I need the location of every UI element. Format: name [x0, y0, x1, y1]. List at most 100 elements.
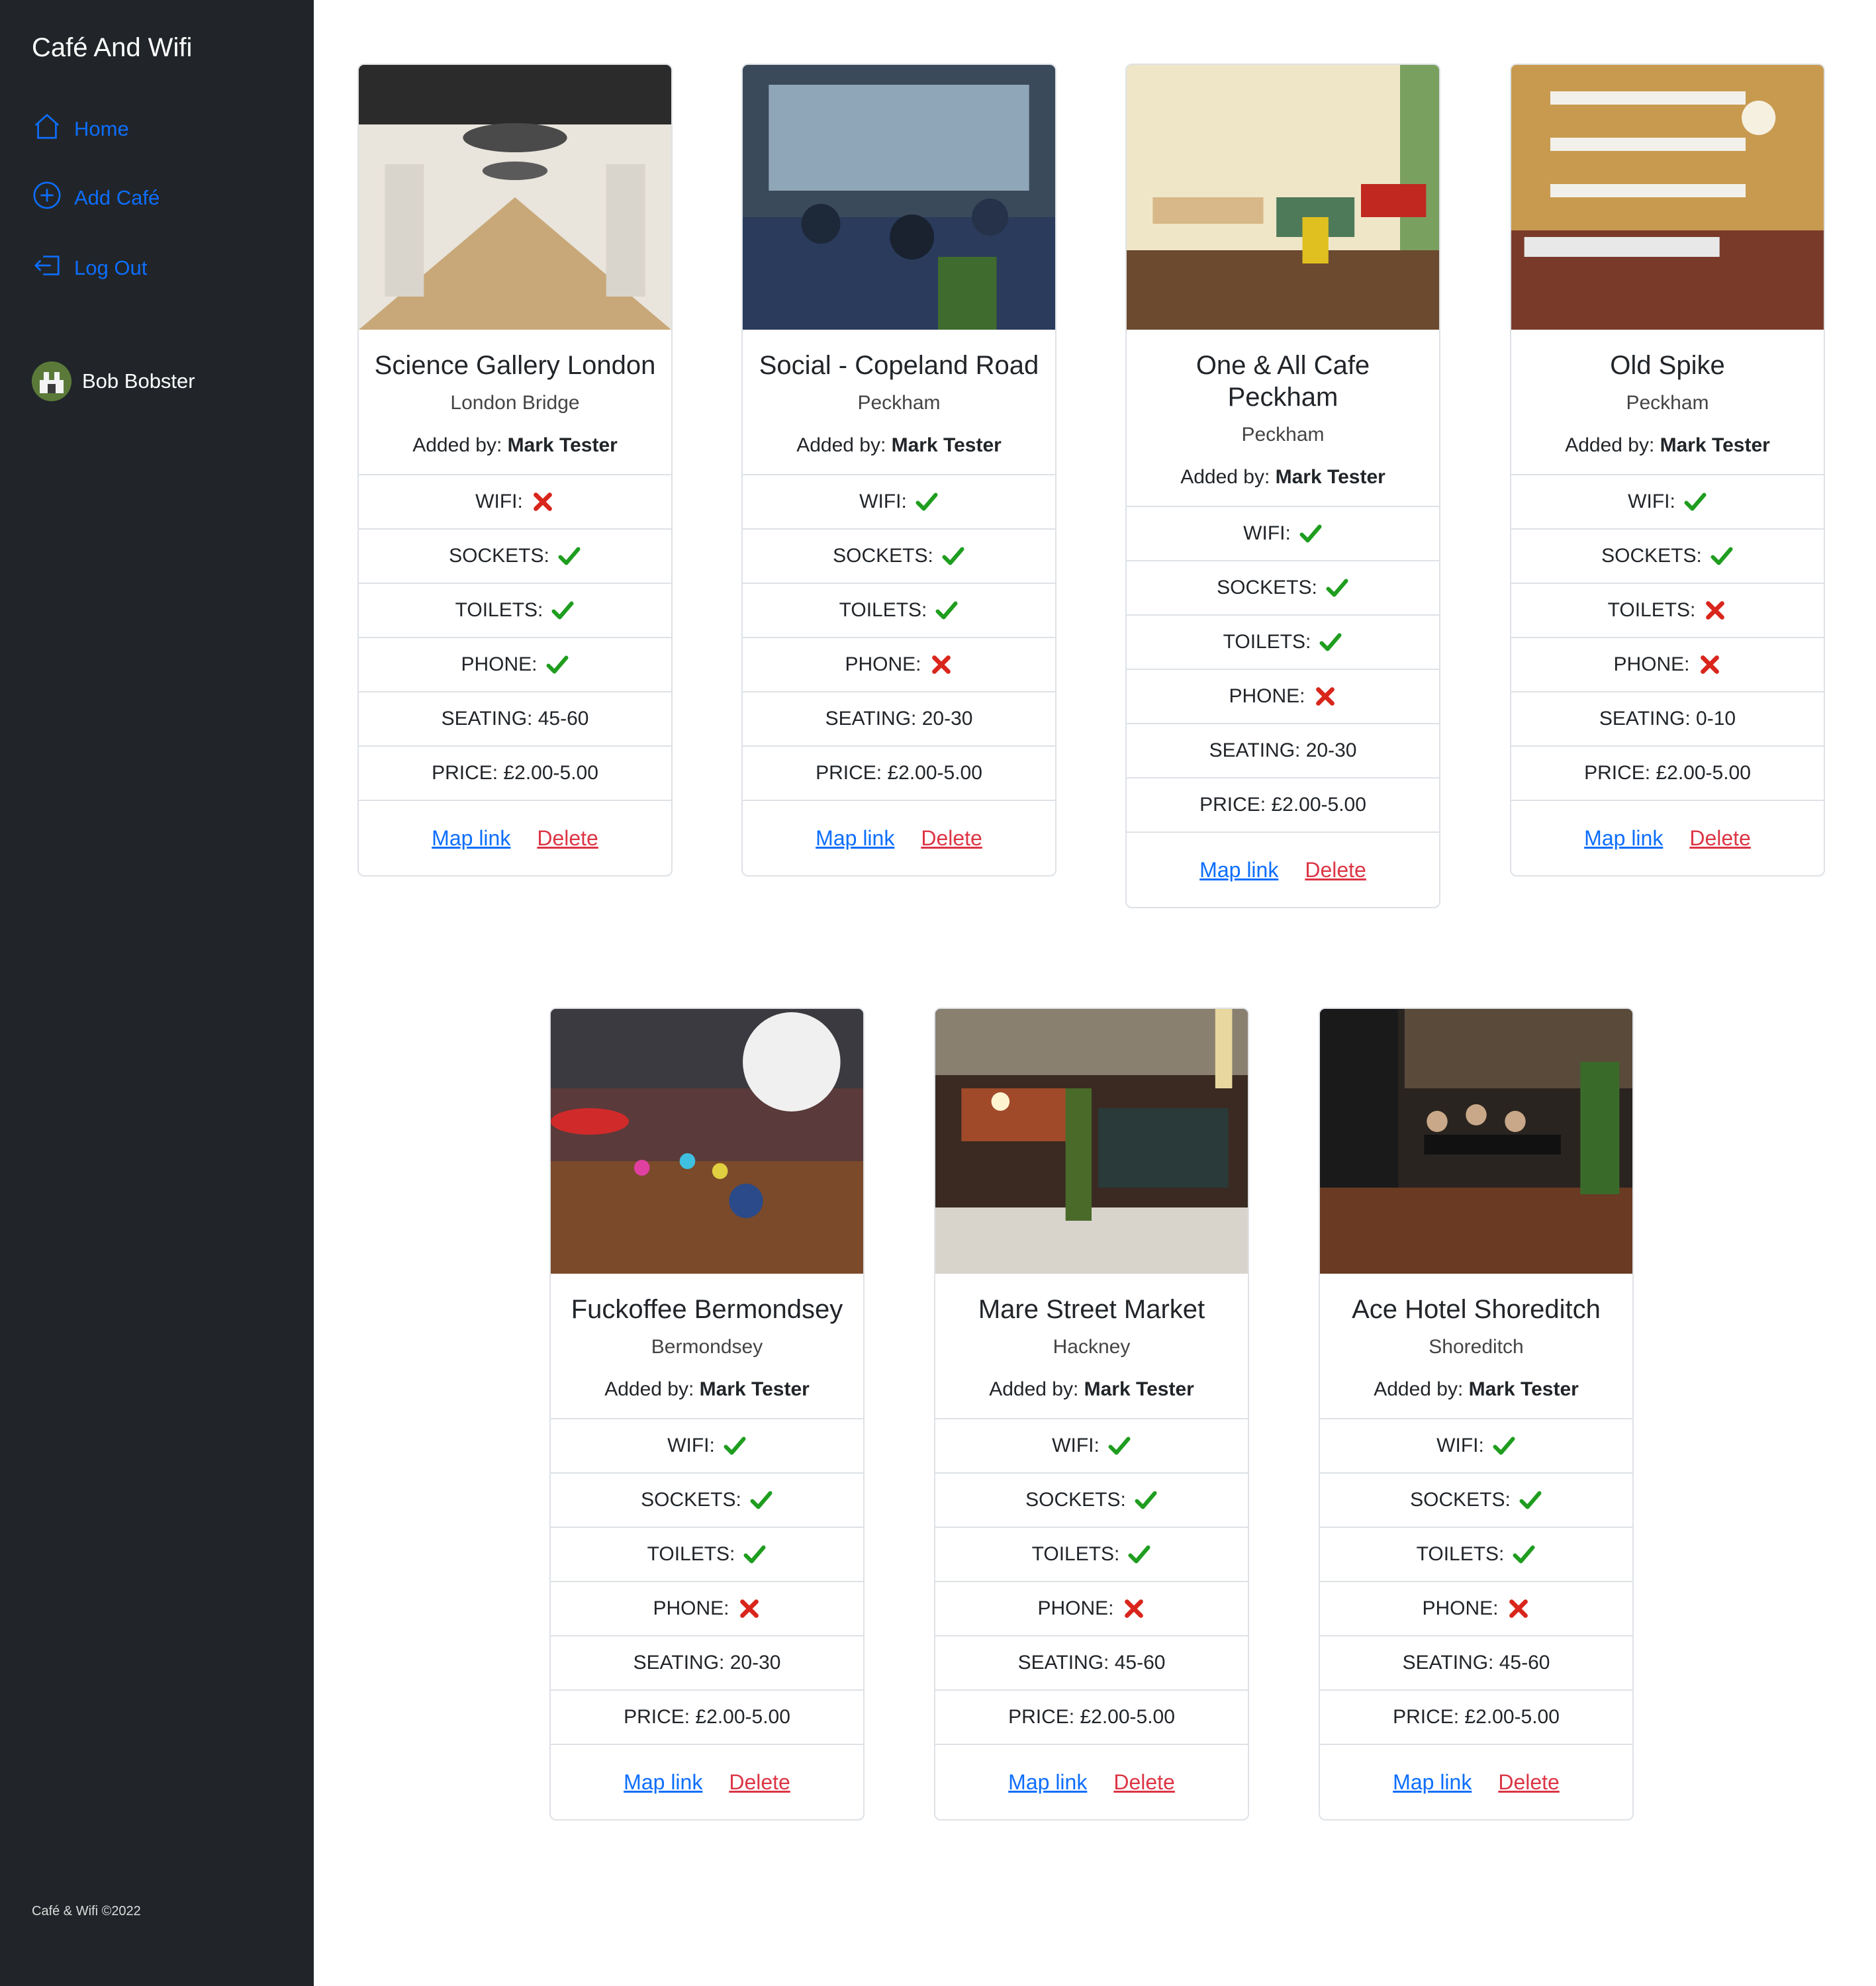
seating-label: SEATING: [633, 1652, 730, 1674]
sockets-label: SOCKETS: [641, 1489, 741, 1511]
cafe-card: Mare Street Market Hackney Added by: Mark … [934, 1008, 1249, 1820]
delete-link[interactable]: Delete [729, 1770, 790, 1795]
wifi-row: WIFI: [1127, 507, 1439, 561]
check-icon [1710, 544, 1734, 568]
sockets-row: SOCKETS: [1127, 561, 1439, 616]
added-by-label: Added by: [989, 1378, 1084, 1400]
card-actions: Map link Delete [935, 1745, 1248, 1819]
seating-value: 45-60 [1499, 1652, 1550, 1674]
price-row: PRICE: £2.00-5.00 [935, 1691, 1248, 1745]
sockets-row: SOCKETS: [743, 530, 1055, 584]
seating-text: SEATING: 20-30 [825, 708, 973, 730]
seating-row: SEATING: 20-30 [1127, 724, 1439, 779]
nav-home[interactable]: Home [32, 111, 129, 147]
cafe-added-by: Added by: Mark Tester [949, 1378, 1235, 1401]
delete-link[interactable]: Delete [1305, 858, 1366, 882]
cafe-location: Peckham [857, 392, 941, 414]
seating-row: SEATING: 0-10 [1511, 692, 1824, 747]
avatar-icon [32, 361, 71, 401]
check-icon [1134, 1488, 1158, 1512]
nav-add-cafe-label: Add Café [74, 186, 160, 209]
cafe-card-body: Fuckoffee Bermondsey Bermondsey Added by: … [551, 1274, 863, 1419]
price-text: PRICE: £2.00-5.00 [1393, 1706, 1560, 1728]
price-text: PRICE: £2.00-5.00 [624, 1706, 790, 1728]
cafe-location: Hackney [1053, 1336, 1131, 1358]
nav-log-out[interactable]: Log Out [32, 250, 147, 286]
map-link[interactable]: Map link [1199, 858, 1278, 882]
check-icon [1325, 576, 1349, 600]
wifi-row: WIFI: [743, 475, 1055, 530]
cross-icon [1703, 598, 1727, 622]
map-link[interactable]: Map link [432, 826, 510, 851]
map-link[interactable]: Map link [816, 826, 894, 851]
seating-row: SEATING: 45-60 [359, 692, 671, 747]
seating-label: SEATING: [825, 708, 922, 730]
cross-icon [531, 490, 555, 514]
seating-text: SEATING: 0-10 [1599, 708, 1736, 730]
brand-title[interactable]: Café And Wifi [32, 33, 192, 63]
check-icon [743, 1542, 767, 1566]
nav-add-cafe[interactable]: Add Café [32, 180, 160, 216]
map-link[interactable]: Map link [1008, 1770, 1087, 1795]
cafe-name: Old Spike [1610, 351, 1725, 380]
cafe-added-by: Added by: Mark Tester [756, 434, 1042, 457]
check-icon [1299, 522, 1323, 545]
user-profile[interactable]: Bob Bobster [32, 361, 195, 401]
price-value: £2.00-5.00 [1271, 794, 1366, 816]
card-actions: Map link Delete [1127, 833, 1439, 907]
box-arrow-left-icon [32, 250, 62, 286]
seating-text: SEATING: 45-60 [1403, 1652, 1550, 1674]
map-link[interactable]: Map link [1584, 826, 1663, 851]
seating-label: SEATING: [1017, 1652, 1115, 1674]
price-value: £2.00-5.00 [695, 1706, 790, 1728]
added-by-label: Added by: [1565, 434, 1660, 456]
check-icon [1683, 490, 1707, 514]
check-icon [749, 1488, 773, 1512]
seating-row: SEATING: 45-60 [1320, 1636, 1632, 1691]
check-icon [1519, 1488, 1542, 1512]
check-icon [557, 544, 581, 568]
cafe-card-body: One & All Cafe Peckham Peckham Added by: M… [1127, 330, 1439, 507]
cafe-card: Fuckoffee Bermondsey Bermondsey Added by: … [549, 1008, 865, 1820]
toilets-row: TOILETS: [743, 584, 1055, 638]
delete-link[interactable]: Delete [537, 826, 598, 851]
cafe-added-by: Added by: Mark Tester [1140, 466, 1426, 489]
price-label: PRICE: [624, 1706, 696, 1728]
seating-text: SEATING: 20-30 [633, 1652, 781, 1674]
delete-link[interactable]: Delete [1498, 1770, 1560, 1795]
added-by-label: Added by: [796, 434, 892, 456]
cafe-location: Shoreditch [1429, 1336, 1524, 1358]
footer-copyright: Café & Wifi ©2022 [32, 1904, 141, 1918]
seating-text: SEATING: 45-60 [1018, 1652, 1166, 1674]
price-text: PRICE: £2.00-5.00 [1584, 762, 1751, 784]
map-link[interactable]: Map link [1393, 1770, 1472, 1795]
toilets-row: TOILETS: [1127, 616, 1439, 670]
delete-link[interactable]: Delete [921, 826, 982, 851]
delete-link[interactable]: Delete [1113, 1770, 1175, 1795]
card-actions: Map link Delete [1511, 801, 1824, 875]
toilets-row: TOILETS: [359, 584, 671, 638]
toilets-row: TOILETS: [935, 1528, 1248, 1582]
sockets-label: SOCKETS: [833, 545, 933, 567]
price-row: PRICE: £2.00-5.00 [743, 747, 1055, 801]
sockets-row: SOCKETS: [935, 1474, 1248, 1528]
price-text: PRICE: £2.00-5.00 [816, 762, 982, 784]
map-link[interactable]: Map link [624, 1770, 702, 1795]
delete-link[interactable]: Delete [1689, 826, 1751, 851]
price-value: £2.00-5.00 [1080, 1706, 1175, 1728]
price-label: PRICE: [816, 762, 888, 784]
wifi-label: WIFI: [1243, 522, 1291, 544]
cross-icon [1313, 685, 1337, 708]
price-value: £2.00-5.00 [1464, 1706, 1560, 1728]
cafe-photo [935, 1009, 1248, 1274]
added-by-name: Mark Tester [699, 1378, 810, 1400]
toilets-label: TOILETS: [647, 1543, 735, 1565]
cafe-card-body: Ace Hotel Shoreditch Shoreditch Added by: … [1320, 1274, 1632, 1419]
check-icon [915, 490, 939, 514]
price-label: PRICE: [1584, 762, 1656, 784]
cafe-location: Peckham [1626, 392, 1709, 414]
price-value: £2.00-5.00 [503, 762, 598, 784]
check-icon [545, 653, 569, 677]
seating-text: SEATING: 45-60 [442, 708, 589, 730]
phone-label: PHONE: [1613, 653, 1690, 675]
